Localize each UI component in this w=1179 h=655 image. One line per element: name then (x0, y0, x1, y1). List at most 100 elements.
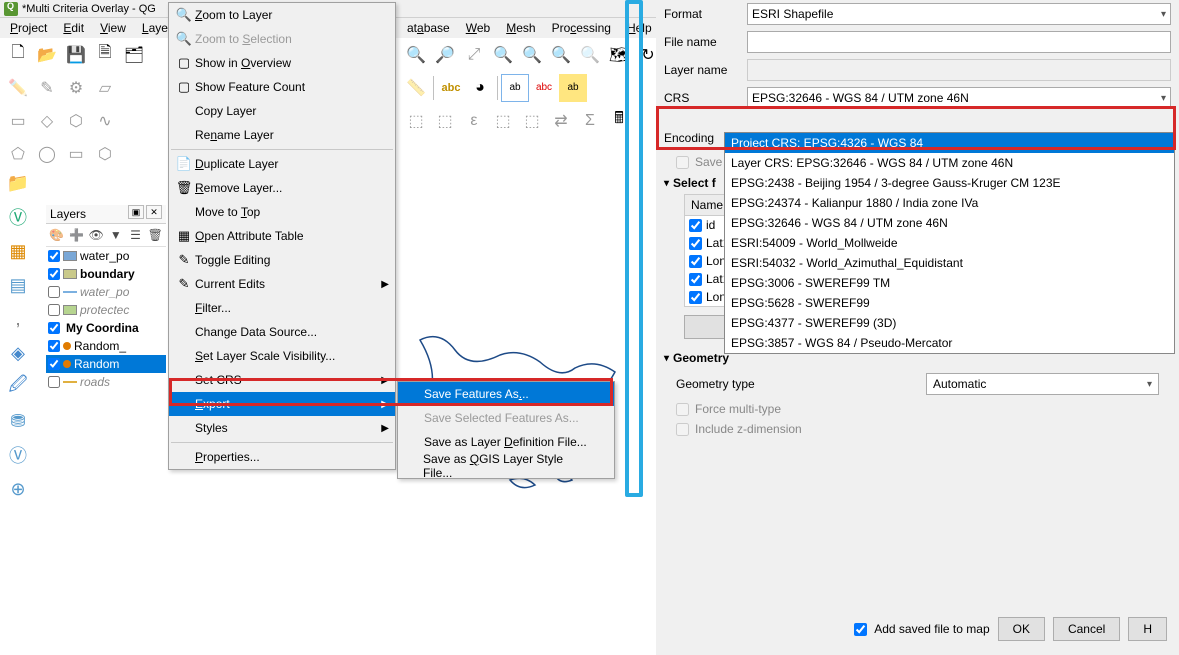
menu-edit[interactable]: Edit (55, 19, 92, 37)
field-checkbox[interactable] (689, 237, 702, 250)
menu-database[interactable]: atabase (399, 19, 458, 37)
rect-icon[interactable]: ▭ (62, 140, 90, 168)
select-val-icon[interactable]: ⬚ (431, 107, 459, 135)
layer-style-icon[interactable]: 🎨 (48, 226, 66, 244)
layer-checkbox[interactable] (48, 304, 60, 316)
menu-view[interactable]: View (92, 19, 134, 37)
new-vector-icon[interactable]: Ⓥ (4, 203, 32, 231)
menu-project[interactable]: Project (2, 19, 55, 37)
ctx1-item-17[interactable]: Export▶ (169, 392, 395, 416)
open-dsm-icon[interactable]: 📁 (4, 169, 32, 197)
new-mesh-icon[interactable]: ▤ (4, 271, 32, 299)
label-box-icon[interactable]: ab (501, 74, 529, 102)
label-red-icon[interactable]: abc (530, 74, 558, 102)
ctx2-item-2[interactable]: Save as Layer Definition File... (398, 430, 614, 454)
ctx2-item-3[interactable]: Save as QGIS Layer Style File... (398, 454, 614, 478)
select-all-icon[interactable]: ⬚ (518, 107, 546, 135)
ctx1-item-10[interactable]: ▦Open Attribute Table (169, 224, 395, 248)
layer-add-icon[interactable]: ➕ (68, 226, 86, 244)
select-expr-icon[interactable]: ε (460, 107, 488, 135)
layer-remove-icon[interactable]: 🗑 (146, 226, 164, 244)
label-diagram-icon[interactable]: ◕ (466, 74, 494, 102)
layer-checkbox[interactable] (48, 268, 60, 280)
new-spatialite-icon[interactable]: 🖉 (4, 373, 32, 401)
ctx1-item-3[interactable]: ▢Show Feature Count (169, 75, 395, 99)
ctx1-item-18[interactable]: Styles▶ (169, 416, 395, 440)
new-project-icon[interactable]: 🗋 (4, 41, 32, 69)
layer-checkbox[interactable] (48, 340, 60, 352)
ctx1-item-2[interactable]: ▢Show in Overview (169, 51, 395, 75)
panel-close-icon[interactable]: ✕ (146, 205, 162, 219)
crs-option-7[interactable]: EPSG:3006 - SWEREF99 TM (725, 273, 1174, 293)
shape-icon[interactable]: ⬠ (4, 140, 32, 168)
layer-checkbox[interactable] (48, 358, 60, 370)
new-geopackage-icon[interactable]: ◈ (4, 339, 32, 367)
zoom-full-icon[interactable]: 🔍 (489, 41, 517, 69)
ctx1-item-9[interactable]: Move to Top (169, 200, 395, 224)
layer-filter-icon[interactable]: 👁 (87, 226, 105, 244)
field-checkbox[interactable] (689, 219, 702, 232)
label-yellow-icon[interactable]: ab (559, 74, 587, 102)
crs-option-0[interactable]: Project CRS: EPSG:4326 - WGS 84 (725, 133, 1174, 153)
add-to-map-checkbox[interactable] (854, 623, 867, 636)
field-checkbox[interactable] (689, 291, 702, 304)
help-button[interactable]: H (1128, 617, 1167, 641)
ctx1-item-15[interactable]: Set Layer Scale Visibility... (169, 344, 395, 368)
field-checkbox[interactable] (689, 273, 702, 286)
new-memory-icon[interactable]: , (4, 305, 32, 333)
stats-icon[interactable]: Σ (576, 107, 604, 135)
layer-expand-icon[interactable]: ▼ (107, 226, 125, 244)
layer-row-5[interactable]: Random_ (46, 337, 166, 355)
format-combo[interactable]: ESRI Shapefile (747, 3, 1171, 25)
layer-checkbox[interactable] (48, 376, 60, 388)
ctx1-item-14[interactable]: Change Data Source... (169, 320, 395, 344)
crs-option-3[interactable]: EPSG:24374 - Kalianpur 1880 / India zone… (725, 193, 1174, 213)
new-raster-icon[interactable]: ▦ (4, 237, 32, 265)
ctx1-item-5[interactable]: Rename Layer (169, 123, 395, 147)
zoom-selection-icon[interactable]: 🔍 (518, 41, 546, 69)
new-layout-icon[interactable]: 🗎 (91, 41, 119, 69)
crs-option-6[interactable]: ESRI:54032 - World_Azimuthal_Equidistant (725, 253, 1174, 273)
cancel-button[interactable]: Cancel (1053, 617, 1120, 641)
layer-collapse-icon[interactable]: ☰ (127, 226, 145, 244)
layer-row-4[interactable]: My Coordina (46, 319, 166, 337)
deselect-icon[interactable]: ⬚ (489, 107, 517, 135)
crs-option-10[interactable]: EPSG:3857 - WGS 84 / Pseudo-Mercator (725, 333, 1174, 353)
zoom-out-icon[interactable]: 🔎 (431, 41, 459, 69)
layer-checkbox[interactable] (48, 286, 60, 298)
add-to-map-checkbox-label[interactable]: Add saved file to map (850, 620, 989, 639)
menu-mesh[interactable]: Mesh (498, 19, 543, 37)
menu-processing[interactable]: Processing (544, 19, 619, 37)
crs-combo[interactable]: EPSG:32646 - WGS 84 / UTM zone 46N (747, 87, 1171, 109)
invert-icon[interactable]: ⇄ (547, 107, 575, 135)
layer-row-2[interactable]: water_po (46, 283, 166, 301)
layer-row-6[interactable]: Random (46, 355, 166, 373)
layer-checkbox[interactable] (48, 250, 60, 262)
ctx1-item-12[interactable]: ✎Current Edits▶ (169, 272, 395, 296)
layer-row-1[interactable]: boundary (46, 265, 166, 283)
geometry-type-combo[interactable]: Automatic (926, 373, 1159, 395)
ctx1-item-0[interactable]: 🔍Zoom to Layer (169, 3, 395, 27)
regpoly-icon[interactable]: ⬡ (91, 140, 119, 168)
db-icon[interactable]: ⛃ (4, 407, 32, 435)
edit-tools-icon[interactable]: ✎ (33, 74, 61, 102)
layer-row-0[interactable]: water_po (46, 247, 166, 265)
snap-icon[interactable]: ∿ (91, 107, 119, 135)
measure-icon[interactable]: 📏 (402, 74, 430, 102)
zoom-last-icon[interactable]: 🔍 (576, 41, 604, 69)
ctx2-item-0[interactable]: Save Features As... (398, 382, 614, 406)
menu-web[interactable]: Web (458, 19, 498, 37)
zoom-layer-icon[interactable]: 🔍 (547, 41, 575, 69)
layout-manager-icon[interactable]: 🗂 (120, 41, 148, 69)
layer-checkbox[interactable] (48, 322, 60, 334)
edit-pencil-icon[interactable]: ✏️ (4, 74, 32, 102)
ctx1-item-4[interactable]: Copy Layer (169, 99, 395, 123)
advanced-icon[interactable]: ⬡ (62, 107, 90, 135)
zoom-in-icon[interactable]: 🔍 (402, 41, 430, 69)
ctx1-item-7[interactable]: 📄Duplicate Layer (169, 152, 395, 176)
field-checkbox[interactable] (689, 255, 702, 268)
poly-icon[interactable]: ▱ (91, 74, 119, 102)
circle-icon[interactable]: ◯ (33, 140, 61, 168)
select-icon[interactable]: ▭ (4, 107, 32, 135)
crs-option-1[interactable]: Layer CRS: EPSG:32646 - WGS 84 / UTM zon… (725, 153, 1174, 173)
